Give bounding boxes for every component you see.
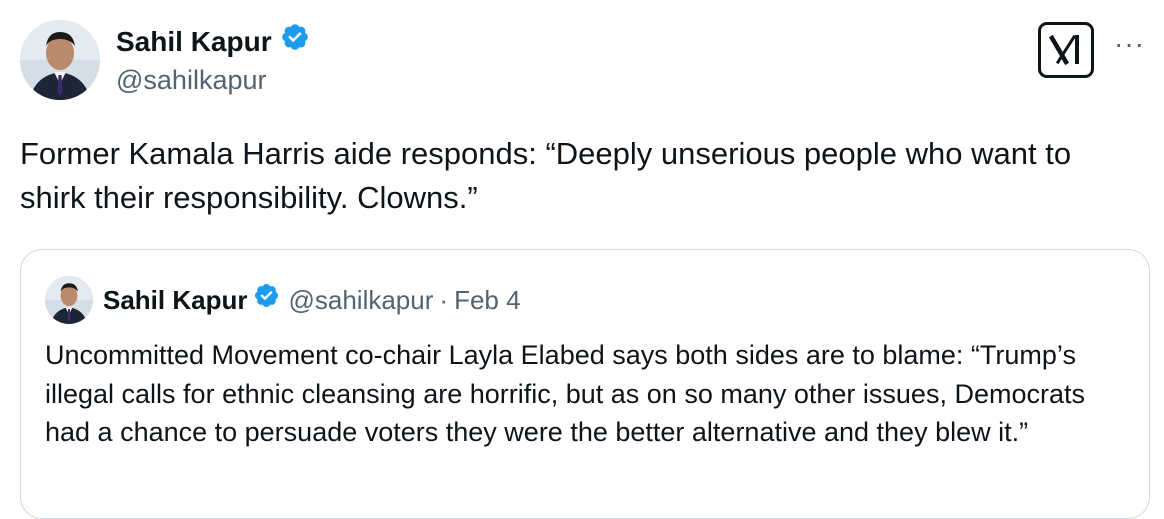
author-name-row: Sahil Kapur: [116, 22, 310, 61]
tweet-text: Former Kamala Harris aide responds: “Dee…: [20, 136, 1072, 215]
quoted-tweet-date[interactable]: Feb 4: [454, 282, 521, 318]
quoted-author-avatar[interactable]: [45, 276, 93, 324]
verified-badge-icon: [280, 22, 310, 61]
more-options-icon[interactable]: ···: [1114, 30, 1145, 58]
x-grok-logo-icon[interactable]: [1038, 22, 1094, 78]
author-avatar[interactable]: [20, 20, 100, 100]
quoted-tweet-text: Uncommitted Movement co-chair Layla Elab…: [45, 340, 1085, 447]
quoted-separator: ·: [439, 285, 449, 315]
quoted-verified-badge-icon: [253, 282, 280, 318]
author-name[interactable]: Sahil Kapur: [116, 24, 272, 60]
author-handle[interactable]: @sahilkapur: [116, 62, 266, 98]
quoted-author-name[interactable]: Sahil Kapur: [103, 282, 247, 318]
quoted-author-avatar-image: [45, 276, 93, 324]
quoted-tweet-card[interactable]: Sahil Kapur @sahilkapur · Feb 4 Uncommit…: [20, 249, 1150, 519]
author-avatar-image: [20, 20, 100, 100]
quoted-tweet-header: Sahil Kapur @sahilkapur · Feb 4: [103, 282, 521, 318]
quoted-author-handle[interactable]: @sahilkapur: [288, 282, 433, 318]
